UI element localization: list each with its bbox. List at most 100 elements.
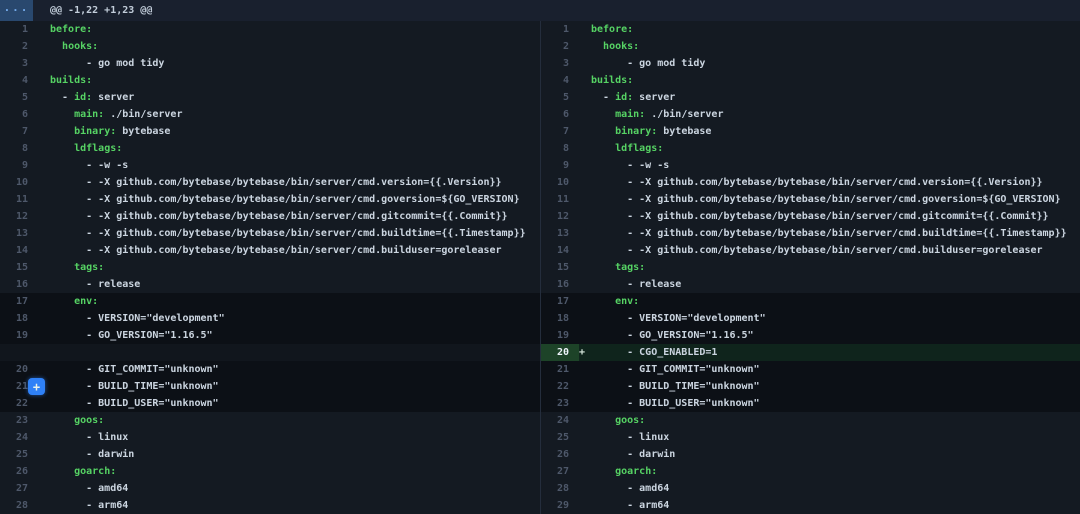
code-line: - GIT_COMMIT="unknown" [591,361,760,378]
line-marker [579,480,591,497]
line-number[interactable]: 26 [541,446,579,463]
line-number[interactable]: 28 [0,497,38,514]
line-number[interactable]: 16 [541,276,579,293]
line-number[interactable]: 28 [541,480,579,497]
line-number[interactable]: 15 [541,259,579,276]
line-number[interactable]: 22 [0,395,38,412]
line-number[interactable]: 6 [541,106,579,123]
diff-row: 10 - -X github.com/bytebase/bytebase/bin… [541,174,1080,191]
diff-row: 8 ldflags: [0,140,540,157]
line-marker [38,123,50,140]
line-number[interactable]: 24 [0,429,38,446]
code-line: - -X github.com/bytebase/bytebase/bin/se… [591,191,1061,208]
add-comment-button[interactable]: + [28,378,45,395]
line-number[interactable]: 23 [0,412,38,429]
line-number[interactable]: 12 [541,208,579,225]
line-marker [38,361,50,378]
line-marker [579,157,591,174]
line-number[interactable]: 10 [541,174,579,191]
line-number[interactable]: 29 [541,497,579,514]
line-marker [579,191,591,208]
line-number[interactable]: 2 [0,38,38,55]
line-number[interactable]: 12 [0,208,38,225]
diff-row: 14 - -X github.com/bytebase/bytebase/bin… [541,242,1080,259]
code-line: - -X github.com/bytebase/bytebase/bin/se… [591,225,1067,242]
line-marker [38,38,50,55]
diff-row: 16 - release [541,276,1080,293]
line-number[interactable]: 13 [0,225,38,242]
diff-row: 28 - arm64 [0,497,540,514]
line-number[interactable]: 27 [0,480,38,497]
line-number[interactable]: 13 [541,225,579,242]
diff-row: 13 - -X github.com/bytebase/bytebase/bin… [0,225,540,242]
line-number[interactable]: 20 [0,361,38,378]
line-marker [579,89,591,106]
line-number[interactable]: 18 [0,310,38,327]
code-line: - -X github.com/bytebase/bytebase/bin/se… [50,208,508,225]
line-marker [38,106,50,123]
line-number[interactable]: 8 [0,140,38,157]
diff-row: 26 - darwin [541,446,1080,463]
diff-row: 3 - go mod tidy [0,55,540,72]
code-line: ldflags: [50,140,122,157]
line-number[interactable]: 11 [0,191,38,208]
diff-row: 13 - -X github.com/bytebase/bytebase/bin… [541,225,1080,242]
diff-row: 21 - GIT_COMMIT="unknown" [541,361,1080,378]
line-number[interactable]: 19 [541,327,579,344]
line-number[interactable]: 18 [541,310,579,327]
diff-row: 18 - VERSION="development" [0,310,540,327]
line-number[interactable]: 16 [0,276,38,293]
diff-row: 2 hooks: [541,38,1080,55]
code-line: - -X github.com/bytebase/bytebase/bin/se… [591,174,1043,191]
code-line: - linux [591,429,669,446]
code-line: ldflags: [591,140,663,157]
line-number[interactable]: 4 [541,72,579,89]
diff-row: 24 goos: [541,412,1080,429]
line-number[interactable]: 9 [0,157,38,174]
line-number[interactable]: 27 [541,463,579,480]
line-number[interactable]: 11 [541,191,579,208]
line-number[interactable]: 17 [0,293,38,310]
line-number[interactable]: 9 [541,157,579,174]
line-number[interactable]: 3 [0,55,38,72]
diff-row: 2 hooks: [0,38,540,55]
line-marker [579,276,591,293]
code-line: builds: [50,72,92,89]
line-number[interactable]: 26 [0,463,38,480]
line-number[interactable]: 25 [0,446,38,463]
line-number[interactable]: 2 [541,38,579,55]
line-number[interactable]: 23 [541,395,579,412]
line-number[interactable]: 21 [541,361,579,378]
line-number[interactable]: 7 [541,123,579,140]
line-marker [38,72,50,89]
line-number[interactable]: 22 [541,378,579,395]
code-line: before: [591,21,633,38]
line-number[interactable]: 10 [0,174,38,191]
line-marker [579,361,591,378]
diff-row: 23 - BUILD_USER="unknown" [541,395,1080,412]
line-number[interactable]: 1 [541,21,579,38]
line-number[interactable]: 6 [0,106,38,123]
line-number[interactable]: 24 [541,412,579,429]
line-number[interactable]: 14 [0,242,38,259]
line-number[interactable]: 5 [0,89,38,106]
line-number[interactable]: 7 [0,123,38,140]
diff-row: 20+ - CGO_ENABLED=1 [541,344,1080,361]
hunk-range-label: @@ -1,22 +1,23 @@ [50,5,152,16]
line-number[interactable]: 1 [0,21,38,38]
line-number[interactable]: 8 [541,140,579,157]
line-number[interactable]: 19 [0,327,38,344]
line-number[interactable]: 20 [541,344,579,361]
line-number[interactable]: 4 [0,72,38,89]
line-number[interactable]: 15 [0,259,38,276]
expand-hunk-button[interactable]: ··· [0,0,33,21]
line-number[interactable]: 25 [541,429,579,446]
line-number[interactable]: 3 [541,55,579,72]
code-line: env: [50,293,98,310]
code-line: - -X github.com/bytebase/bytebase/bin/se… [50,242,502,259]
code-line: binary: bytebase [50,123,170,140]
line-number[interactable]: 17 [541,293,579,310]
line-number[interactable]: 14 [541,242,579,259]
code-line: - VERSION="development" [591,310,766,327]
line-number[interactable]: 5 [541,89,579,106]
